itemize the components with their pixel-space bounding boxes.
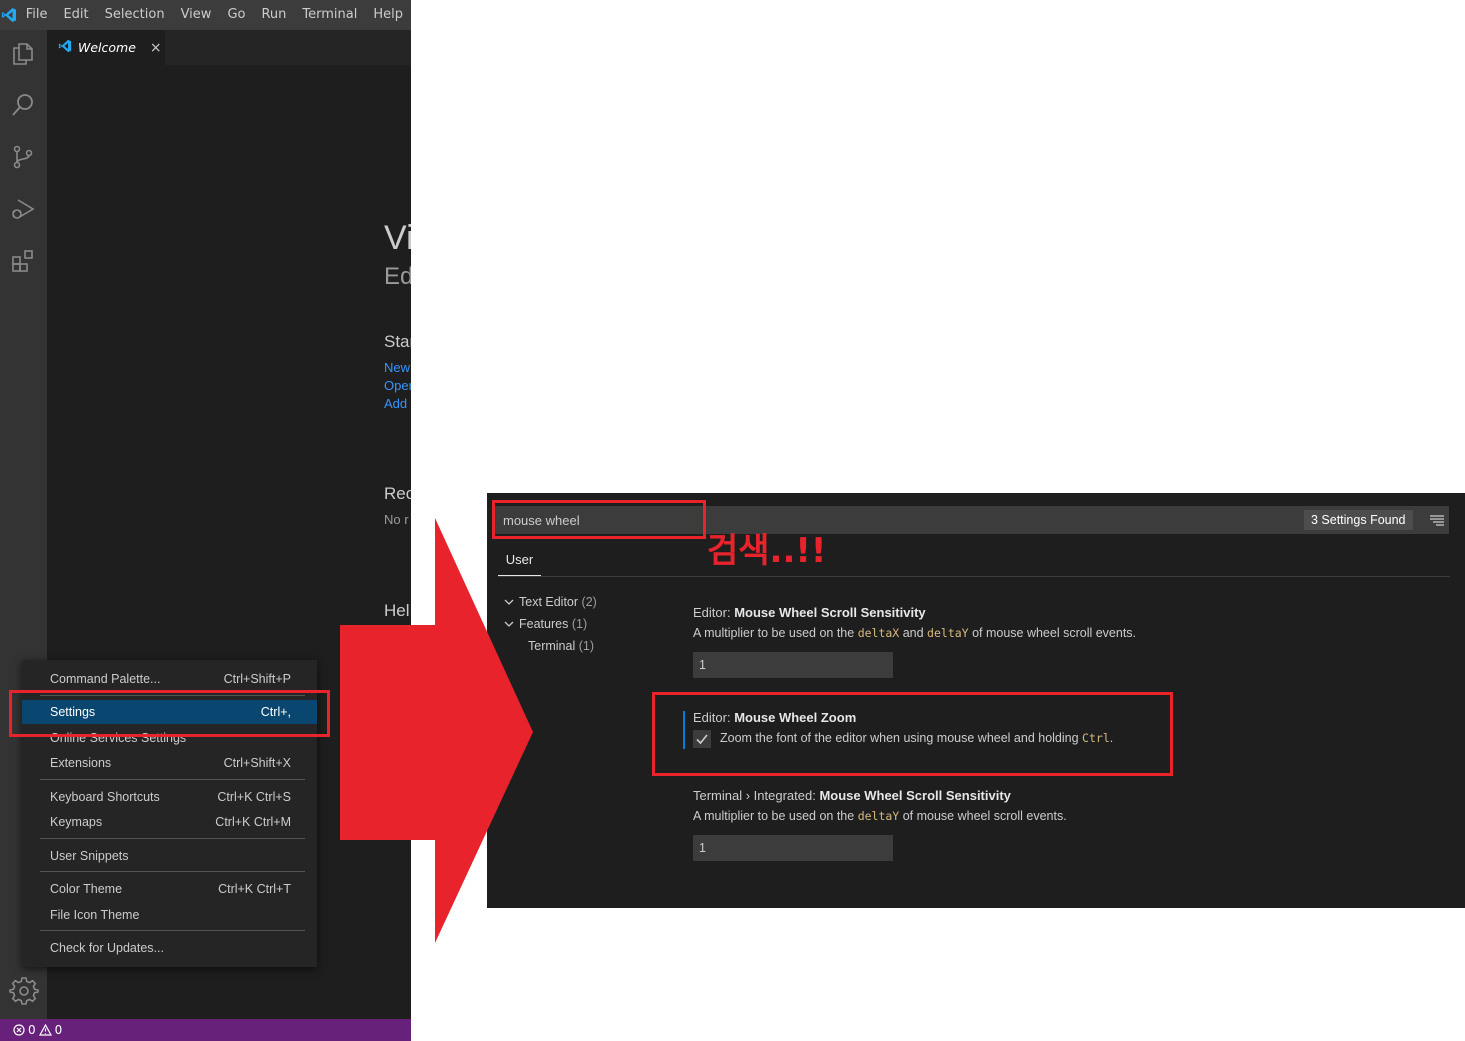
menu-command-palette[interactable]: Command Palette... Ctrl+Shift+P bbox=[22, 667, 317, 691]
menu-view[interactable]: View bbox=[173, 0, 220, 30]
highlight-mouse-wheel-zoom bbox=[652, 692, 1173, 776]
welcome-recent-heading: Rec bbox=[384, 484, 411, 503]
menu-file-icon-theme[interactable]: File Icon Theme bbox=[22, 903, 317, 927]
extensions-icon[interactable] bbox=[7, 245, 39, 277]
warning-count: 0 bbox=[54, 1023, 63, 1037]
menu-extensions[interactable]: Extensions Ctrl+Shift+X bbox=[22, 751, 317, 775]
search-icon[interactable] bbox=[7, 89, 39, 121]
highlight-search-input bbox=[492, 500, 706, 539]
menu-color-theme[interactable]: Color Theme Ctrl+K Ctrl+T bbox=[22, 877, 317, 901]
title-bar: File Edit Selection View Go Run Terminal… bbox=[0, 0, 411, 30]
arrow-annotation-icon bbox=[340, 518, 533, 943]
menu-keymaps[interactable]: Keymaps Ctrl+K Ctrl+M bbox=[22, 810, 317, 834]
menu-separator bbox=[40, 871, 305, 872]
error-count: 0 bbox=[28, 1023, 36, 1037]
menu-separator bbox=[40, 779, 305, 780]
error-icon[interactable] bbox=[13, 1024, 25, 1036]
welcome-subtitle: Ed bbox=[384, 263, 411, 290]
vscode-tab-icon bbox=[58, 38, 72, 57]
menu-user-snippets[interactable]: User Snippets bbox=[22, 844, 317, 868]
gear-icon[interactable] bbox=[8, 975, 40, 1007]
setting-desc-terminal-scroll-sensitivity: A multiplier to be used on the deltaY of… bbox=[693, 809, 1067, 823]
explorer-icon[interactable] bbox=[7, 37, 39, 69]
annotation-label: 검색..!! bbox=[707, 531, 827, 571]
highlight-settings-menu-item bbox=[9, 690, 330, 737]
scroll-sensitivity-input[interactable] bbox=[693, 652, 893, 678]
menu-separator bbox=[40, 838, 305, 839]
close-icon[interactable]: × bbox=[150, 40, 162, 56]
source-control-icon[interactable] bbox=[7, 141, 39, 173]
welcome-link-new[interactable]: New bbox=[384, 360, 410, 375]
welcome-title: Vi bbox=[384, 219, 411, 257]
menu-edit[interactable]: Edit bbox=[55, 0, 96, 30]
menu-check-for-updates[interactable]: Check for Updates... bbox=[22, 936, 317, 960]
tab-label: Welcome bbox=[78, 40, 136, 55]
warning-icon[interactable] bbox=[38, 1024, 52, 1036]
tab-welcome[interactable]: Welcome × bbox=[47, 30, 165, 65]
toc-terminal[interactable]: Terminal (1) bbox=[528, 639, 594, 653]
vscode-logo-icon bbox=[0, 0, 18, 30]
terminal-scroll-sensitivity-input[interactable] bbox=[693, 835, 893, 861]
welcome-link-open[interactable]: Oper bbox=[384, 378, 411, 393]
tab-bar: Welcome × bbox=[47, 30, 411, 65]
menu-help[interactable]: Help bbox=[365, 0, 411, 30]
welcome-start-heading: Star bbox=[384, 332, 411, 351]
menu-selection[interactable]: Selection bbox=[97, 0, 173, 30]
setting-title-scroll-sensitivity: Editor: Mouse Wheel Scroll Sensitivity bbox=[693, 605, 926, 620]
tab-divider bbox=[498, 576, 1450, 577]
setting-desc-scroll-sensitivity: A multiplier to be used on the deltaX an… bbox=[693, 626, 1137, 640]
menu-file[interactable]: File bbox=[18, 0, 56, 30]
welcome-link-add[interactable]: Add bbox=[384, 396, 407, 411]
menu-terminal[interactable]: Terminal bbox=[294, 0, 365, 30]
menu-separator bbox=[40, 930, 305, 931]
settings-found-badge: 3 Settings Found bbox=[1304, 510, 1413, 530]
menu-run[interactable]: Run bbox=[253, 0, 294, 30]
menu-keyboard-shortcuts[interactable]: Keyboard Shortcuts Ctrl+K Ctrl+S bbox=[22, 785, 317, 809]
clear-filter-icon[interactable] bbox=[1429, 512, 1445, 528]
menu-go[interactable]: Go bbox=[219, 0, 253, 30]
run-debug-icon[interactable] bbox=[7, 193, 39, 225]
setting-title-terminal-scroll-sensitivity: Terminal › Integrated: Mouse Wheel Scrol… bbox=[693, 788, 1011, 803]
status-bar: 0 0 bbox=[0, 1019, 411, 1041]
